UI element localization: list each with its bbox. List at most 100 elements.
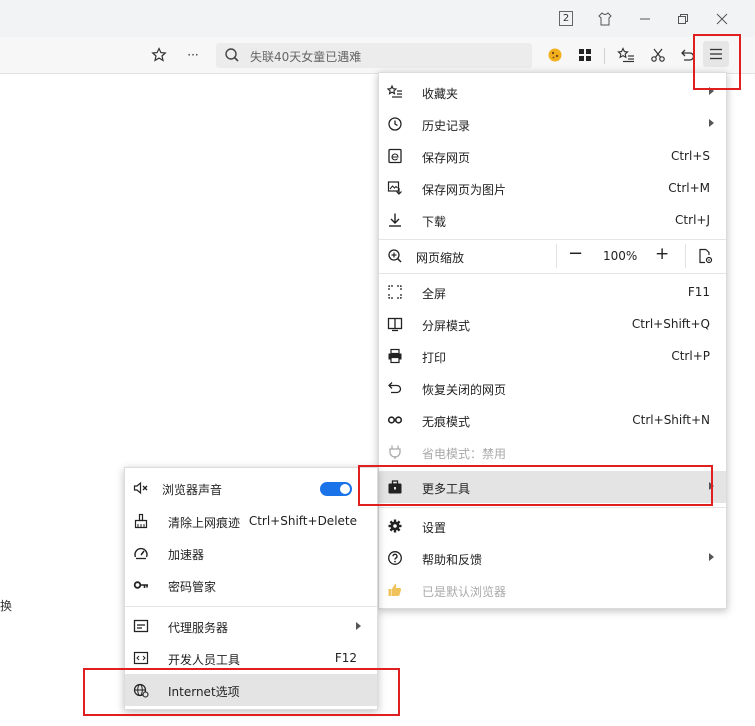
minimize-icon[interactable] <box>636 10 654 28</box>
zoom-label: 网页缩放 <box>416 251 465 265</box>
menu-item-print[interactable]: 打印 Ctrl+P <box>379 340 726 372</box>
favorites-list-icon[interactable] <box>616 46 636 64</box>
zoom-icon <box>387 248 403 264</box>
menu-item-label: 历史记录 <box>422 119 471 133</box>
page-text-fragment: 换 <box>0 599 13 613</box>
settings-icon <box>387 518 403 534</box>
restore-icon[interactable] <box>674 10 692 28</box>
key-icon <box>133 577 149 593</box>
chevron-right-icon <box>709 553 714 561</box>
zoom-row: 网页缩放 − 100% + <box>379 240 726 272</box>
submenu-item-proxy-server[interactable]: 代理服务器 <box>125 610 377 642</box>
zoom-value: 100% <box>603 249 638 263</box>
search-suggestion: 失联40天女童已遇难 <box>250 50 362 64</box>
menu-item-label: 打印 <box>422 351 447 365</box>
star-icon[interactable] <box>150 46 168 64</box>
menu-item-fullscreen[interactable]: 全屏 F11 <box>379 276 726 308</box>
submenu-item-password-manager[interactable]: 密码管家 <box>125 569 377 601</box>
shortcut-label: Ctrl+P <box>671 349 710 363</box>
zoom-out-button[interactable]: − <box>568 243 583 264</box>
history-icon <box>387 116 403 132</box>
extension-icon[interactable] <box>546 46 564 64</box>
mute-icon <box>133 480 149 496</box>
dev-tools-icon <box>133 650 149 666</box>
title-bar: 2 <box>0 0 755 37</box>
submenu-item-label: 浏览器声音 <box>162 483 223 497</box>
browser-sound-toggle[interactable] <box>320 482 352 496</box>
broom-icon <box>133 513 149 529</box>
menu-item-downloads[interactable]: 下载 Ctrl+J <box>379 204 726 236</box>
menu-item-label: 省电模式：禁用 <box>422 447 507 461</box>
zoom-divider <box>556 244 557 268</box>
toolbar-divider <box>604 48 605 64</box>
shortcut-label: F12 <box>334 651 357 665</box>
menu-item-label: 分屏模式 <box>422 319 471 333</box>
thumbs-up-icon <box>387 582 403 598</box>
main-menu: 收藏夹 历史记录 保存网页 Ctrl+S 保存网页为图片 Ctrl+M 下载 C… <box>378 72 727 609</box>
shortcut-label: Ctrl+J <box>675 213 710 227</box>
submenu-item-label: 加速器 <box>168 548 205 562</box>
shortcut-label: F11 <box>687 285 710 299</box>
zoom-divider <box>685 244 686 268</box>
menu-item-label: 已是默认浏览器 <box>422 585 507 599</box>
more-icon[interactable]: ··· <box>183 46 203 64</box>
scissors-icon[interactable] <box>649 46 667 64</box>
menu-item-split-screen[interactable]: 分屏模式 Ctrl+Shift+Q <box>379 308 726 340</box>
incognito-icon <box>387 412 403 428</box>
annotation-box-menu <box>693 34 741 90</box>
download-icon <box>387 212 403 228</box>
split-screen-icon <box>387 316 403 332</box>
menu-item-save-page[interactable]: 保存网页 Ctrl+S <box>379 140 726 172</box>
menu-item-label: 保存网页为图片 <box>422 183 507 197</box>
save-image-icon <box>387 180 403 196</box>
save-page-icon <box>387 148 403 164</box>
zoom-settings-icon[interactable] <box>697 248 713 264</box>
fullscreen-icon <box>387 284 403 300</box>
submenu-item-clear-browsing-data[interactable]: 清除上网痕迹 Ctrl+Shift+Delete <box>125 505 377 537</box>
submenu-item-label: 密码管家 <box>168 580 217 594</box>
menu-item-settings[interactable]: 设置 <box>379 510 726 542</box>
power-save-icon <box>387 444 403 460</box>
chevron-right-icon <box>356 622 361 630</box>
close-icon[interactable] <box>713 10 731 28</box>
submenu-item-browser-sound[interactable]: 浏览器声音 <box>125 472 377 504</box>
shortcut-label: Ctrl+S <box>670 149 710 163</box>
menu-item-default-browser: 已是默认浏览器 <box>379 574 726 606</box>
annotation-box-internet-options <box>83 668 400 716</box>
menu-item-label: 保存网页 <box>422 151 471 165</box>
submenu-divider <box>125 606 377 607</box>
menu-divider <box>379 273 726 274</box>
submenu-item-label: 代理服务器 <box>168 621 229 635</box>
menu-item-history[interactable]: 历史记录 <box>379 108 726 140</box>
proxy-icon <box>133 618 149 634</box>
menu-item-label: 下载 <box>422 215 447 229</box>
menu-item-label: 帮助和反馈 <box>422 553 483 567</box>
menu-item-help-feedback[interactable]: 帮助和反馈 <box>379 542 726 574</box>
menu-item-incognito[interactable]: 无痕模式 Ctrl+Shift+N <box>379 404 726 436</box>
print-icon <box>387 348 403 364</box>
menu-item-label: 收藏夹 <box>422 87 459 101</box>
skin-icon[interactable] <box>596 10 614 28</box>
search-box[interactable]: 失联40天女童已遇难 <box>216 43 532 68</box>
toolbar: ··· 失联40天女童已遇难 <box>0 37 755 74</box>
apps-icon[interactable] <box>576 46 594 64</box>
restore-tab-icon <box>387 380 403 396</box>
menu-item-power-save: 省电模式：禁用 <box>379 436 726 468</box>
chevron-right-icon <box>709 119 714 127</box>
menu-divider <box>379 507 726 508</box>
menu-item-save-as-image[interactable]: 保存网页为图片 Ctrl+M <box>379 172 726 204</box>
menu-item-favorites[interactable]: 收藏夹 <box>379 76 726 108</box>
menu-item-label: 全屏 <box>422 287 447 301</box>
menu-item-label: 设置 <box>422 521 447 535</box>
speedometer-icon <box>133 545 149 561</box>
shortcut-label: Ctrl+Shift+N <box>632 413 710 427</box>
submenu-item-label: 清除上网痕迹 <box>168 516 241 530</box>
menu-item-label: 无痕模式 <box>422 415 471 429</box>
favorites-icon <box>387 84 403 100</box>
menu-item-restore-closed-page[interactable]: 恢复关闭的网页 <box>379 372 726 404</box>
tab-count-badge[interactable]: 2 <box>559 11 573 26</box>
submenu-item-accelerator[interactable]: 加速器 <box>125 537 377 569</box>
search-icon <box>224 47 240 63</box>
shortcut-label: Ctrl+Shift+Delete <box>248 514 357 528</box>
zoom-in-button[interactable]: + <box>655 244 669 264</box>
